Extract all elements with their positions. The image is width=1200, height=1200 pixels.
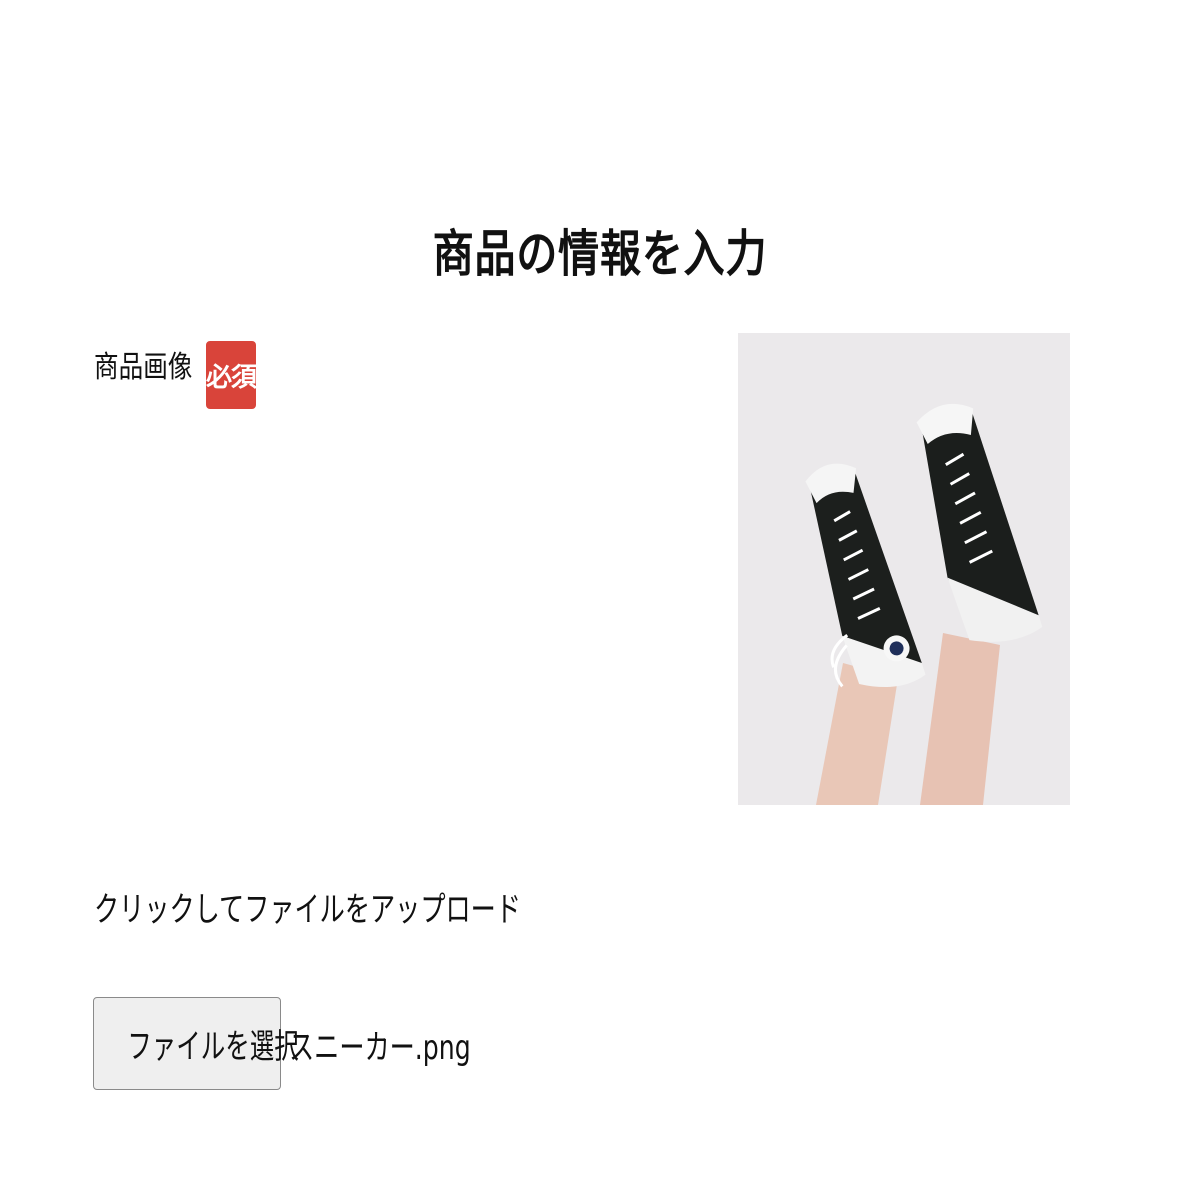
product-image-label: 商品画像 (94, 350, 193, 385)
choose-file-button[interactable]: ファイルを選択 (93, 997, 299, 1090)
selected-file-name: スニーカー.png (289, 1028, 471, 1068)
choose-file-button-label: ファイルを選択 (127, 1027, 299, 1067)
page-title: 商品の情報を入力 (432, 224, 768, 283)
sneakers-photo-icon (738, 333, 1070, 805)
required-badge: 必須 (206, 341, 257, 409)
upload-hint-text: クリックしてファイルをアップロード (94, 890, 521, 930)
image-preview (738, 333, 1070, 805)
